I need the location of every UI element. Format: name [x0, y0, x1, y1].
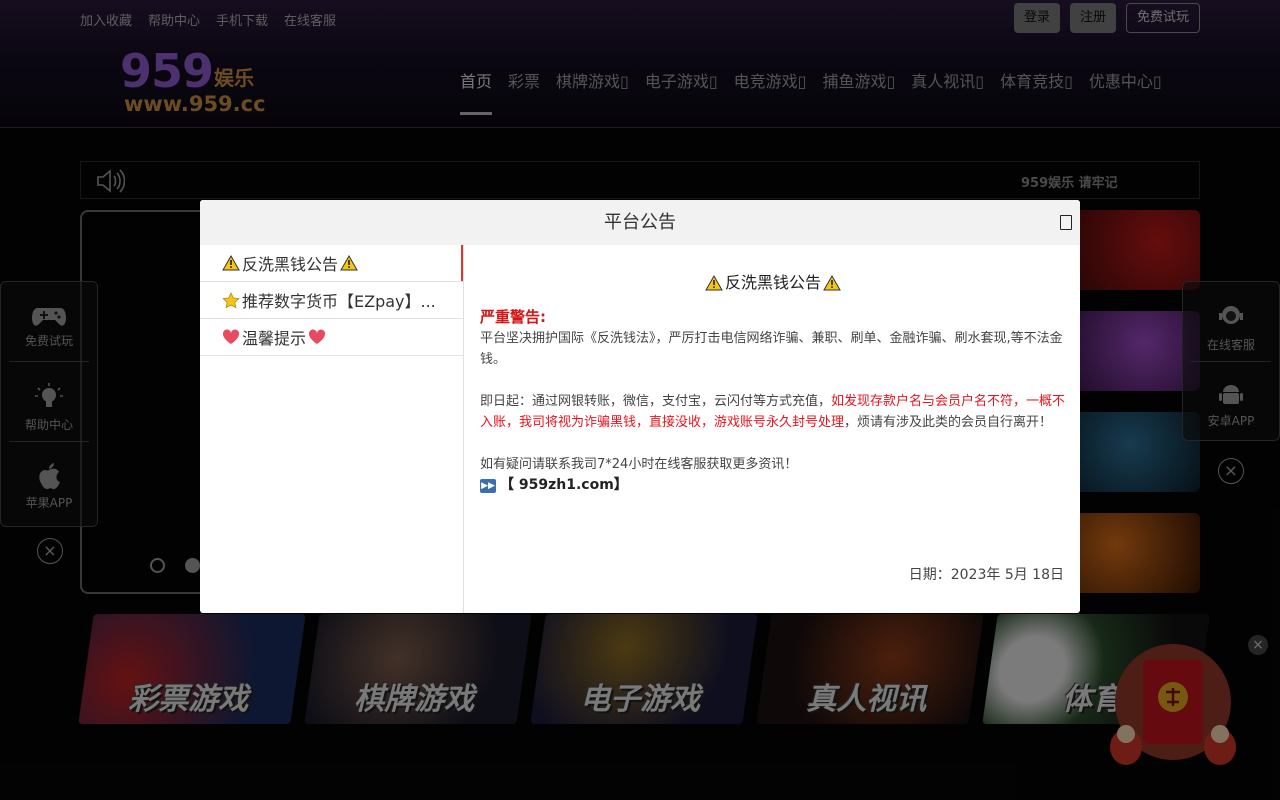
content-paragraph: 平台坚决拥护国际《反洗钱法》，严厉打击电信网络诈骗、兼职、刷单、金融诈骗、刷水套…: [480, 331, 1063, 367]
warning-icon: [705, 274, 723, 290]
severe-warning-label: 严重警告:: [480, 308, 546, 326]
tab-label: 推荐数字货币【EZpay】...: [242, 292, 436, 311]
star-icon: [222, 291, 240, 308]
announcement-tabs: 反洗黑钱公告 推荐数字货币【EZpay】... 温馨提示: [200, 245, 464, 613]
modal-close-icon[interactable]: [1060, 215, 1072, 230]
fast-forward-icon: ▶▶: [480, 478, 496, 493]
warning-icon: [340, 255, 358, 271]
domain-link[interactable]: ▶▶ 【 959zh1.com】: [480, 475, 1066, 496]
content-paragraph: 如有疑问请联系我司7*24小时在线客服获取更多资讯！: [480, 457, 798, 472]
heart-icon: [222, 329, 240, 344]
tab-friendly-reminder[interactable]: 温馨提示: [200, 319, 463, 356]
tab-label: 反洗黑钱公告: [242, 255, 339, 274]
announcement-date: 日期：2023年 5月 18日: [908, 567, 1064, 583]
content-title-text: 反洗黑钱公告: [724, 273, 821, 292]
announcement-modal: 平台公告 反洗黑钱公告 推荐数字货币【EZpay】... 温馨提示 反洗黑钱公告…: [200, 200, 1080, 613]
domain-link-text[interactable]: 【 959zh1.com】: [500, 475, 628, 496]
warning-icon: [222, 255, 240, 271]
tab-crypto-recommendation[interactable]: 推荐数字货币【EZpay】...: [200, 282, 463, 319]
heart-icon: [308, 329, 326, 344]
modal-title: 平台公告: [604, 212, 676, 233]
tab-anti-money-laundering[interactable]: 反洗黑钱公告: [200, 245, 463, 282]
announcement-content: 反洗黑钱公告 严重警告: 平台坚决拥护国际《反洗钱法》，严厉打击电信网络诈骗、兼…: [480, 272, 1066, 583]
warning-icon: [823, 274, 841, 290]
content-text: 即日起：通过网银转账，微信，支付宝，云闪付等方式充值，: [480, 394, 832, 409]
tab-label: 温馨提示: [242, 329, 307, 348]
content-text: ，烦请有涉及此类的会员自行离开！: [844, 415, 1053, 430]
content-paragraph: 即日起：通过网银转账，微信，支付宝，云闪付等方式充值，如发现存款户名与会员户名不…: [480, 391, 1066, 433]
modal-header: 平台公告: [200, 200, 1080, 245]
content-title: 反洗黑钱公告: [480, 272, 1066, 293]
